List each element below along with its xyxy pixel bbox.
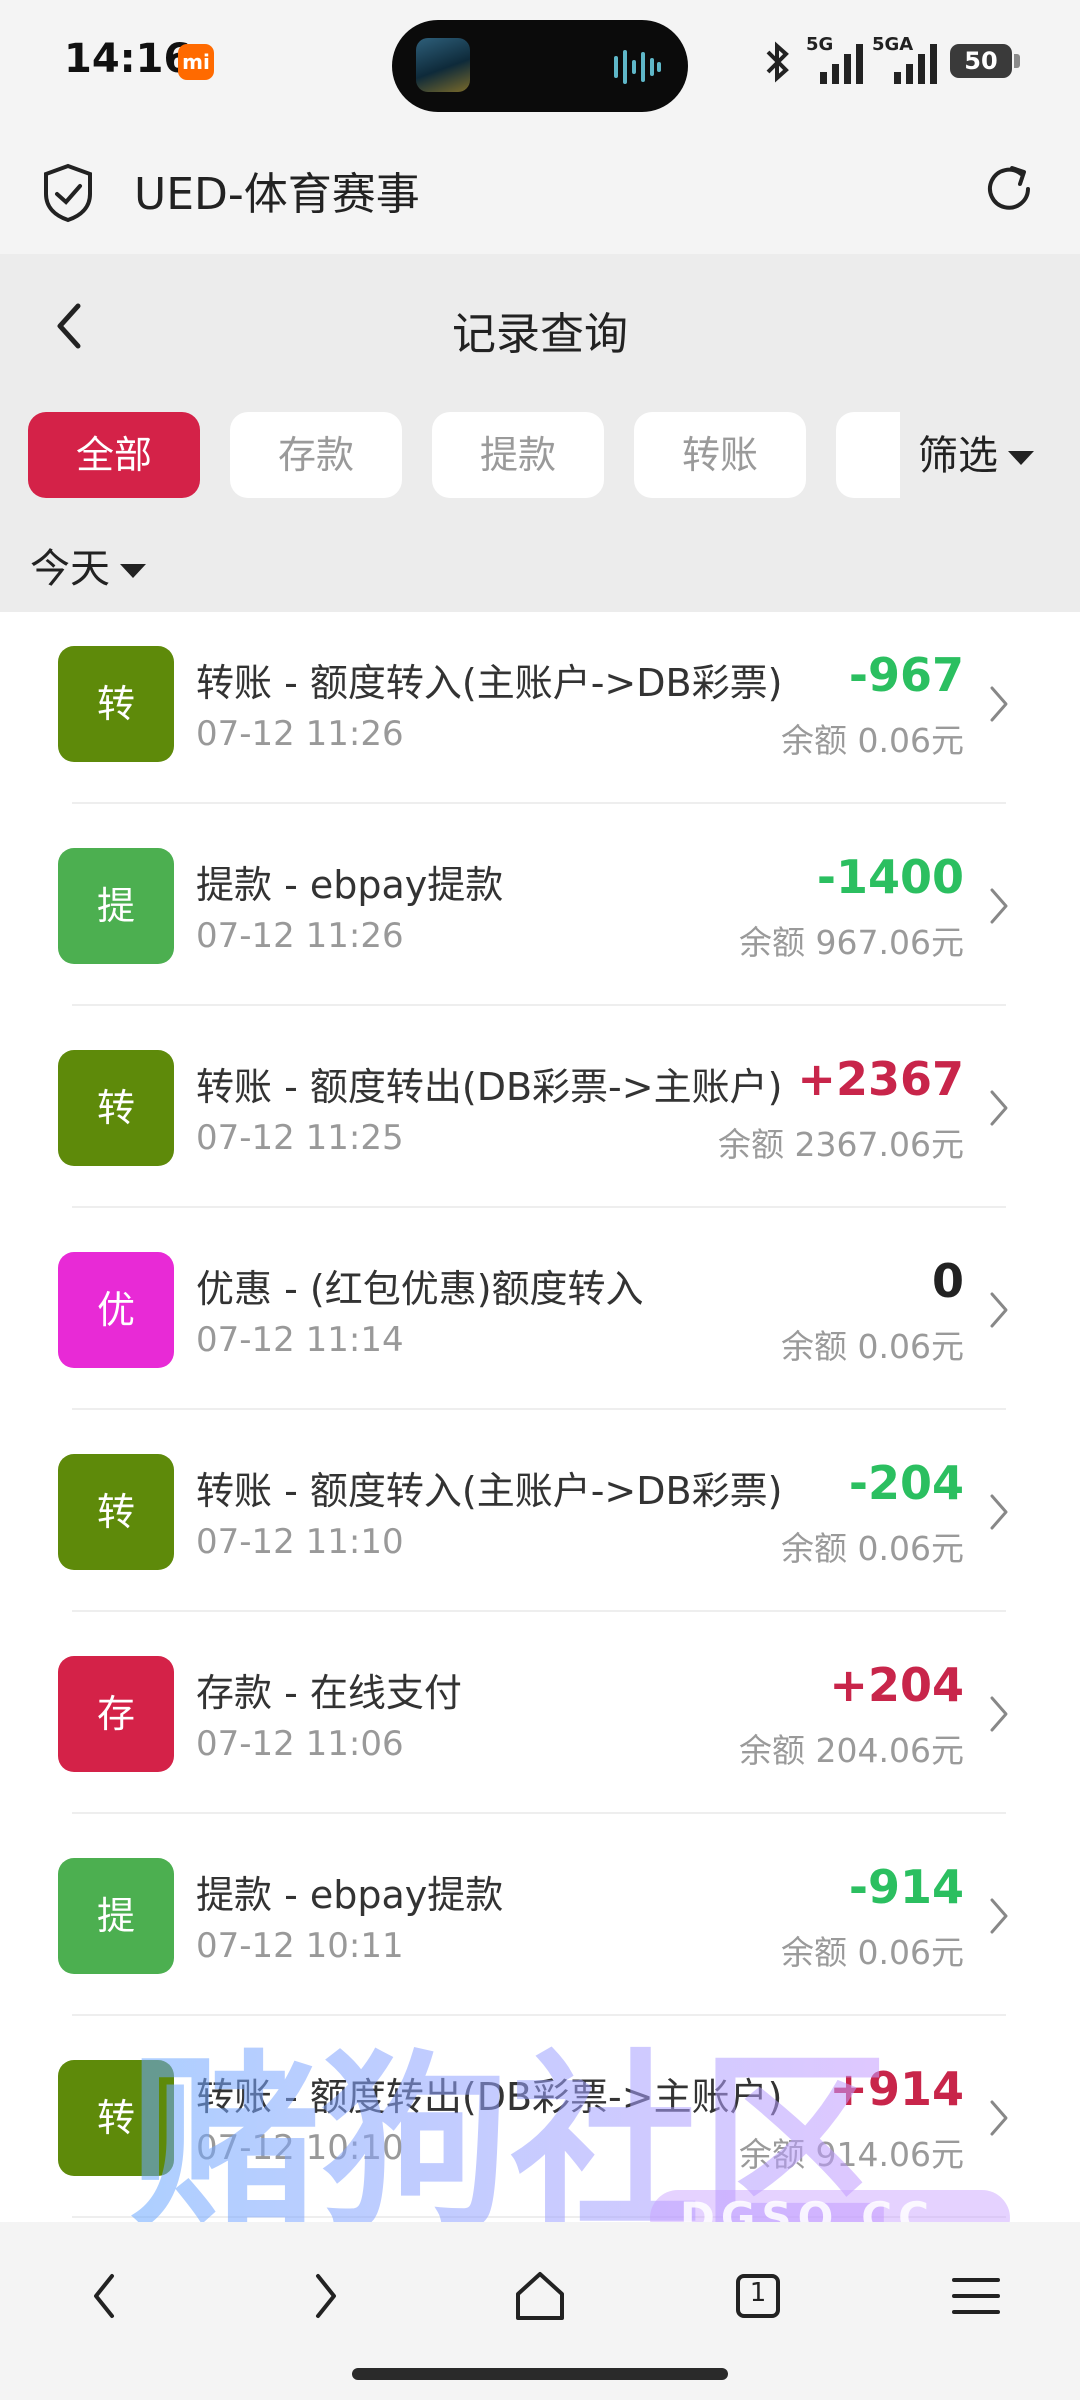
record-type-badge: 转 (58, 1050, 174, 1166)
type-tabs: 全部存款提款转账返 (28, 412, 908, 500)
record-row[interactable]: 存存款 - 在线支付 07-12 11:06 +204 余额 204.06元 (0, 1612, 1080, 1814)
record-row[interactable]: 提提款 - ebpay提款 07-12 10:11 -914 余额 0.06元 (0, 1814, 1080, 2016)
chevron-right-icon (990, 1292, 1008, 1328)
refresh-icon[interactable] (980, 160, 1038, 218)
shield-icon (44, 163, 92, 223)
tab-deposit[interactable]: 存款 (230, 412, 402, 498)
forward-arrow-icon[interactable] (294, 2266, 354, 2326)
record-query-panel: 记录查询 全部存款提款转账返 筛选 今天 (0, 254, 1080, 612)
record-time: 07-12 11:14 (196, 1320, 404, 1360)
record-title: 转账 - 额度转入(主账户->DB彩票) (196, 1469, 783, 1513)
record-time: 07-12 11:26 (196, 916, 404, 956)
record-row[interactable]: 转转账 - 额度转入(主账户->DB彩票) 07-12 11:26 -967 余额 0… (0, 612, 1080, 804)
record-amount: +204 (829, 1658, 964, 1712)
date-filter-label: 今天 (30, 546, 110, 592)
record-row[interactable]: 提提款 - ebpay提款 07-12 11:26 -1400 余额 967.06元 (0, 804, 1080, 1006)
record-time: 07-12 11:10 (196, 1522, 404, 1562)
record-type-badge: 优 (58, 1252, 174, 1368)
record-amount: -967 (848, 648, 964, 702)
record-type-badge: 提 (58, 848, 174, 964)
signal-icon: 5G (806, 34, 868, 84)
home-indicator[interactable] (352, 2368, 728, 2380)
caret-down-icon (120, 564, 146, 578)
record-title: 优惠 - (红包优惠)额度转入 (196, 1267, 644, 1311)
record-type-badge: 转 (58, 1454, 174, 1570)
signal-5ga-icon: 5GA (872, 34, 944, 84)
record-type-badge: 提 (58, 1858, 174, 1974)
album-art-icon (416, 38, 470, 92)
chevron-right-icon (990, 1898, 1008, 1934)
record-amount: +2367 (797, 1052, 964, 1106)
record-balance: 余额 204.06元 (739, 1731, 964, 1770)
record-row[interactable]: 优优惠 - (红包优惠)额度转入 07-12 11:14 0 余额 0.06元 (0, 1208, 1080, 1410)
battery-tip (1014, 54, 1020, 68)
record-row[interactable]: 转转账 - 额度转出(DB彩票->主账户) 07-12 11:25 +2367 余额 … (0, 1006, 1080, 1208)
record-amount: +914 (829, 2062, 964, 2116)
app-title: UED-体育赛事 (134, 169, 420, 220)
record-balance: 余额 0.06元 (781, 1933, 964, 1972)
record-balance: 余额 914.06元 (739, 2135, 964, 2174)
caret-down-icon (1008, 451, 1034, 465)
dynamic-island (392, 20, 688, 112)
record-balance: 余额 2367.06元 (718, 1125, 964, 1164)
record-title: 转账 - 额度转出(DB彩票->主账户) (196, 1065, 783, 1109)
app-header: UED-体育赛事 (0, 128, 1080, 254)
record-title: 提款 - ebpay提款 (196, 1873, 504, 1917)
record-time: 07-12 10:11 (196, 1926, 404, 1966)
bluetooth-icon (766, 41, 789, 83)
tab-withdraw[interactable]: 提款 (432, 412, 604, 498)
record-list: 转转账 - 额度转入(主账户->DB彩票) 07-12 11:26 -967 余额 0… (0, 612, 1080, 2222)
chevron-right-icon (990, 1696, 1008, 1732)
status-time: 14:16 (64, 36, 192, 82)
record-balance: 余额 967.06元 (739, 923, 964, 962)
browser-bottom-nav: 1 (0, 2222, 1080, 2400)
record-balance: 余额 0.06元 (781, 721, 964, 760)
chevron-right-icon (990, 686, 1008, 722)
record-amount: -1400 (816, 850, 964, 904)
record-title: 转账 - 额度转出(DB彩票->主账户) (196, 2075, 783, 2119)
menu-icon[interactable] (946, 2266, 1006, 2326)
record-amount: 0 (931, 1254, 964, 1308)
tab-rebate[interactable]: 返 (836, 412, 908, 498)
chevron-right-icon (990, 1494, 1008, 1530)
record-row[interactable]: 转转账 - 额度转出(DB彩票->主账户) 07-12 10:10 +914 余额 9… (0, 2016, 1080, 2218)
record-amount: -914 (848, 1860, 964, 1914)
battery-icon: 50 (950, 44, 1012, 78)
filter-dropdown[interactable]: 筛选 (900, 412, 1080, 500)
status-bar: 14:16 mi 5G 5GA 50 (0, 0, 1080, 128)
record-title: 存款 - 在线支付 (196, 1671, 462, 1715)
home-icon[interactable] (510, 2266, 570, 2326)
filter-label: 筛选 (918, 433, 998, 479)
record-time: 07-12 11:26 (196, 714, 404, 754)
record-time: 07-12 11:06 (196, 1724, 404, 1764)
chevron-right-icon (990, 1090, 1008, 1126)
row-divider (72, 2216, 1006, 2218)
page-title: 记录查询 (452, 309, 628, 360)
tab-count: 1 (749, 2278, 767, 2308)
record-balance: 余额 0.06元 (781, 1327, 964, 1366)
record-balance: 余额 0.06元 (781, 1529, 964, 1568)
tab-transfer[interactable]: 转账 (634, 412, 806, 498)
mi-icon: mi (178, 44, 214, 80)
record-type-badge: 存 (58, 1656, 174, 1772)
back-arrow-icon[interactable] (76, 2266, 136, 2326)
record-title: 转账 - 额度转入(主账户->DB彩票) (196, 661, 783, 705)
record-amount: -204 (848, 1456, 964, 1510)
chevron-right-icon (990, 2100, 1008, 2136)
record-type-badge: 转 (58, 646, 174, 762)
record-row[interactable]: 转转账 - 额度转入(主账户->DB彩票) 07-12 11:10 -204 余额 0… (0, 1410, 1080, 1612)
record-title: 提款 - ebpay提款 (196, 863, 504, 907)
chevron-right-icon (990, 888, 1008, 924)
record-type-badge: 转 (58, 2060, 174, 2176)
record-time: 07-12 10:10 (196, 2128, 404, 2168)
date-filter-dropdown[interactable]: 今天 (30, 536, 146, 594)
tabs-icon[interactable]: 1 (728, 2266, 788, 2326)
tab-all[interactable]: 全部 (28, 412, 200, 498)
record-time: 07-12 11:25 (196, 1118, 404, 1158)
audio-wave-icon (614, 50, 661, 84)
